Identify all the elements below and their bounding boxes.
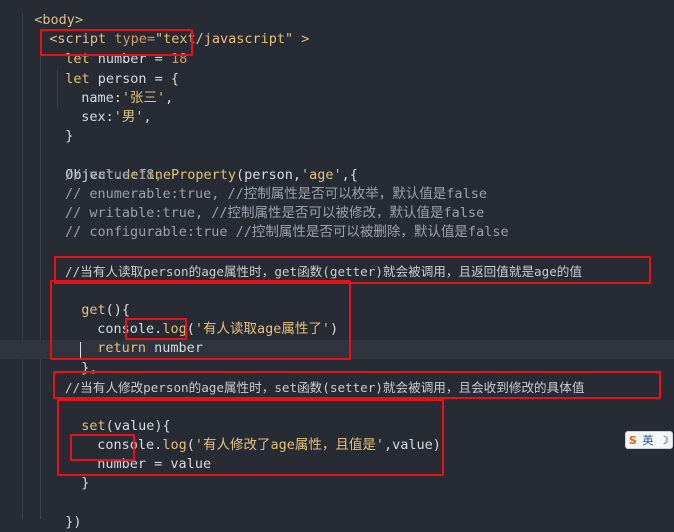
code-line-name: name:'张三',	[65, 70, 173, 106]
highlight-box-return-number	[125, 318, 187, 340]
punct: ,	[143, 109, 152, 125]
string: '男'	[113, 109, 144, 125]
code-line-close-brace: }	[49, 108, 73, 144]
brace: })	[65, 514, 82, 530]
args: (person,	[235, 167, 302, 183]
tag-close: >	[293, 31, 310, 47]
indent-guide	[40, 32, 41, 519]
moon-icon: ☽	[659, 433, 670, 447]
comment-value: // value:18,	[65, 167, 163, 183]
code-line-sex: sex:'男',	[65, 89, 151, 125]
ime-language-label: 英	[642, 434, 654, 447]
punct: ,	[165, 90, 174, 106]
property: sex:	[81, 109, 114, 125]
brace: }	[65, 128, 74, 144]
ime-indicator[interactable]: S 英 ☽	[625, 431, 673, 449]
punct: ,{	[341, 167, 358, 183]
ime-logo-icon: S	[628, 433, 637, 447]
code-line-define-close: })	[49, 494, 81, 530]
highlight-box-assign-number	[70, 434, 135, 461]
comment-enumerable: // enumerable:true, //控制属性是否可以枚举，默认值是fal…	[65, 186, 487, 202]
brace: }	[81, 475, 90, 491]
comment-configurable: // configurable:true //控制属性是否可以被删除，默认值是f…	[65, 224, 509, 240]
highlight-box-setter-comment	[53, 371, 661, 399]
string: 'age'	[301, 167, 342, 183]
indent-guide	[22, 13, 23, 519]
comment-writable: // writable:true, //控制属性是否可以被修改，默认值是fals…	[65, 205, 485, 221]
code-line-body: <body>	[18, 0, 83, 28]
highlight-box-getter-body	[50, 280, 351, 360]
code-line-define-property: Object.defineProperty(person,'age',{	[49, 147, 358, 183]
code-line-script: <script type="text/javascript" >	[33, 11, 309, 47]
highlight-box-let-number	[40, 29, 193, 56]
